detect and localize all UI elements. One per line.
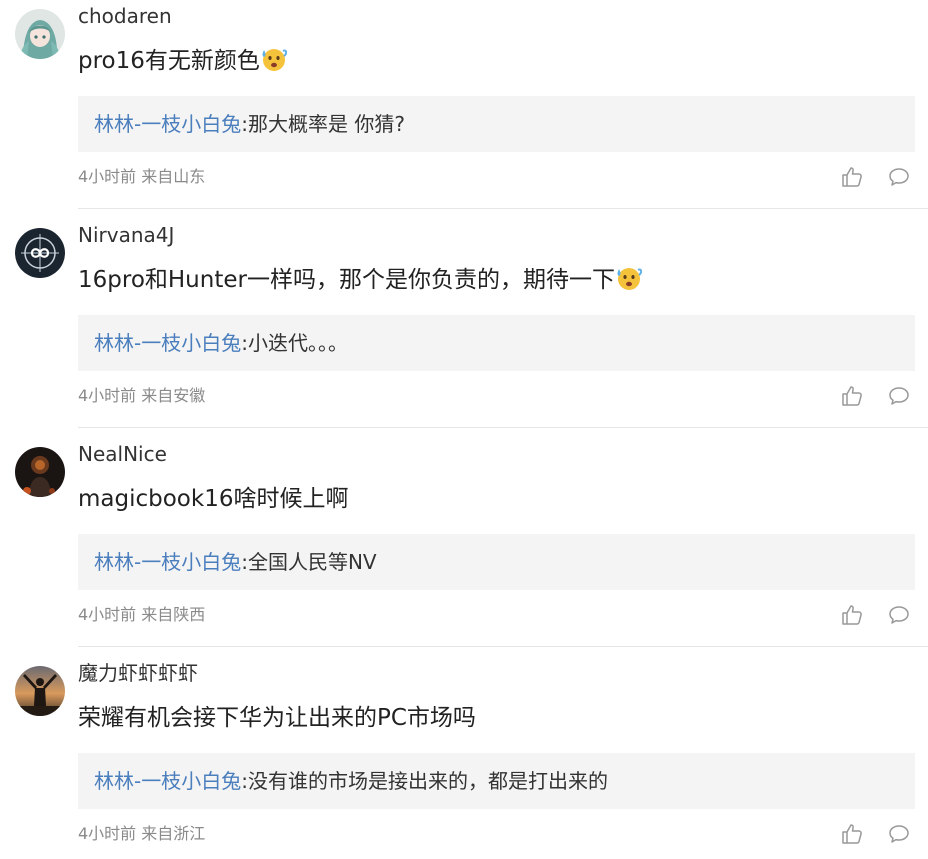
reply-button[interactable] xyxy=(887,384,911,408)
comment-text-content: 16pro和Hunter一样吗，那个是你负责的，期待一下 xyxy=(78,267,615,293)
reply: 林林-一枝小白兔:小迭代。。。 xyxy=(94,315,348,371)
username[interactable]: 魔力虾虾虾虾 xyxy=(78,659,198,687)
reply-text: 小迭代。。。 xyxy=(247,331,348,355)
comment-list: chodaren pro16有无新颜色 林林-一枝小白兔:那大概率是 你猜? 4… xyxy=(0,0,928,859)
comment-text-content: pro16有无新颜色 xyxy=(78,48,260,74)
avatar[interactable] xyxy=(15,228,65,278)
avatar[interactable] xyxy=(15,447,65,497)
reply-author[interactable]: 林林-一枝小白兔 xyxy=(94,769,241,793)
reply-author[interactable]: 林林-一枝小白兔 xyxy=(94,112,241,136)
thumbs-up-icon xyxy=(842,167,862,187)
comment-bubble-icon xyxy=(889,606,909,624)
reply-separator: : xyxy=(241,769,248,793)
username[interactable]: NealNice xyxy=(78,440,167,468)
comment-text-content: magicbook16啥时候上啊 xyxy=(78,486,349,512)
comment-meta: 4小时前 来自山东 xyxy=(78,166,205,188)
sunset-silhouette-avatar xyxy=(15,666,65,716)
like-button[interactable] xyxy=(840,603,864,627)
reply-text: 那大概率是 你猜? xyxy=(247,112,405,136)
username[interactable]: Nirvana4J xyxy=(78,221,174,249)
infinity-logo-avatar xyxy=(15,228,65,278)
comment-text: pro16有无新颜色 xyxy=(78,44,287,78)
timestamp: 4小时前 xyxy=(78,386,137,405)
reply: 林林-一枝小白兔:没有谁的市场是接出来的，都是打出来的 xyxy=(94,753,608,809)
sweating-face-emoji xyxy=(617,268,642,290)
username[interactable]: chodaren xyxy=(78,2,172,30)
dark-figure-avatar xyxy=(15,447,65,497)
location: 来自山东 xyxy=(141,167,206,186)
timestamp: 4小时前 xyxy=(78,824,137,843)
like-button[interactable] xyxy=(840,384,864,408)
avatar[interactable] xyxy=(15,666,65,716)
comment-text-content: 荣耀有机会接下华为让出来的PC市场吗 xyxy=(78,705,476,731)
reply-button[interactable] xyxy=(887,165,911,189)
reply: 林林-一枝小白兔:那大概率是 你猜? xyxy=(94,96,405,152)
reply-button[interactable] xyxy=(887,822,911,846)
comment-meta: 4小时前 来自浙江 xyxy=(78,823,205,845)
divider xyxy=(78,208,928,209)
avatar[interactable] xyxy=(15,9,65,59)
reply-box[interactable]: 林林-一枝小白兔:全国人民等NV xyxy=(78,534,915,590)
comment-meta: 4小时前 来自陕西 xyxy=(78,604,205,626)
comment-bubble-icon xyxy=(889,387,909,405)
comment-text: magicbook16啥时候上啊 xyxy=(78,482,348,516)
thumbs-up-icon xyxy=(842,824,862,844)
comment-meta: 4小时前 来自安徽 xyxy=(78,385,205,407)
comment-text: 16pro和Hunter一样吗，那个是你负责的，期待一下 xyxy=(78,263,642,297)
divider xyxy=(78,646,928,647)
reply-text: 全国人民等NV xyxy=(247,550,377,574)
reply-box[interactable]: 林林-一枝小白兔:没有谁的市场是接出来的，都是打出来的 xyxy=(78,753,915,809)
location: 来自陕西 xyxy=(141,605,206,624)
location: 来自安徽 xyxy=(141,386,206,405)
thumbs-up-icon xyxy=(842,386,862,406)
thumbs-up-icon xyxy=(842,605,862,625)
reply: 林林-一枝小白兔:全国人民等NV xyxy=(94,534,377,590)
reply-separator: : xyxy=(241,550,248,574)
sweating-face-emoji xyxy=(262,49,287,71)
reply-box[interactable]: 林林-一枝小白兔:小迭代。。。 xyxy=(78,315,915,371)
timestamp: 4小时前 xyxy=(78,605,137,624)
reply-button[interactable] xyxy=(887,603,911,627)
like-button[interactable] xyxy=(840,822,864,846)
anime-character-avatar xyxy=(15,9,65,59)
reply-separator: : xyxy=(241,331,248,355)
timestamp: 4小时前 xyxy=(78,167,137,186)
divider xyxy=(78,427,928,428)
location: 来自浙江 xyxy=(141,824,206,843)
reply-box[interactable]: 林林-一枝小白兔:那大概率是 你猜? xyxy=(78,96,915,152)
comment-bubble-icon xyxy=(889,825,909,843)
reply-author[interactable]: 林林-一枝小白兔 xyxy=(94,331,241,355)
like-button[interactable] xyxy=(840,165,864,189)
reply-author[interactable]: 林林-一枝小白兔 xyxy=(94,550,241,574)
reply-separator: : xyxy=(241,112,248,136)
comment-text: 荣耀有机会接下华为让出来的PC市场吗 xyxy=(78,701,476,735)
comment-bubble-icon xyxy=(889,168,909,186)
reply-text: 没有谁的市场是接出来的，都是打出来的 xyxy=(247,769,608,793)
